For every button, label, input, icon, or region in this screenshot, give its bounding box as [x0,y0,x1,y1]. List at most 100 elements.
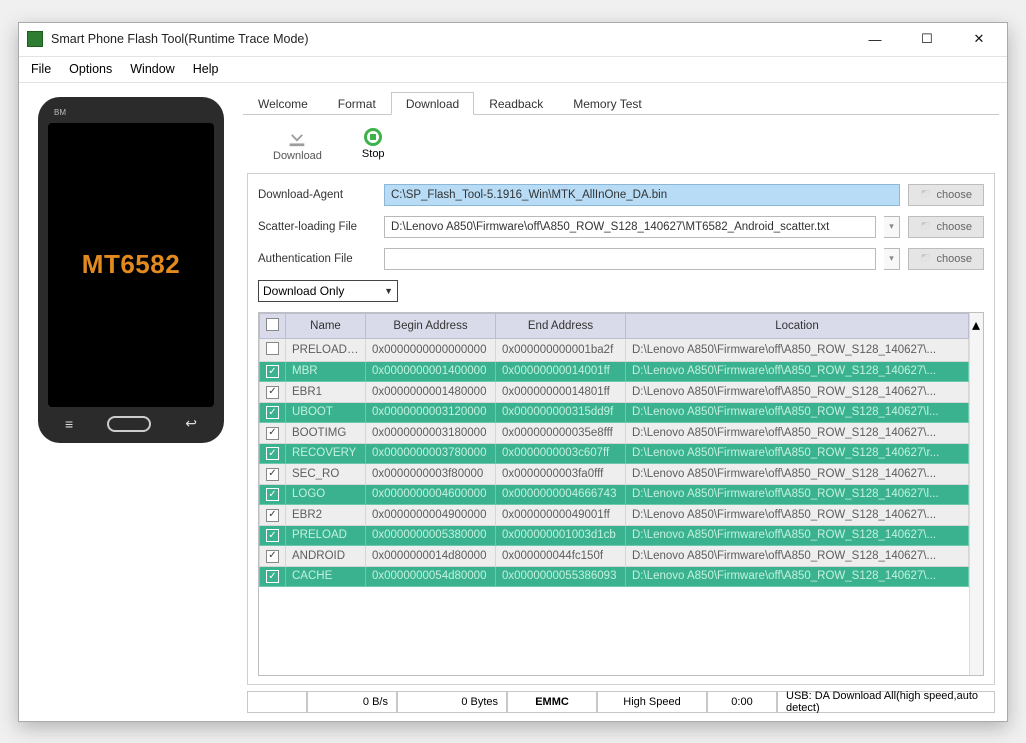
cell-location: D:\Lenovo A850\Firmware\off\A850_ROW_S12… [626,338,969,361]
titlebar: Smart Phone Flash Tool(Runtime Trace Mod… [19,23,1007,57]
status-gap [247,692,307,713]
status-bytes: 0 Bytes [397,692,507,713]
menu-options[interactable]: Options [69,62,112,76]
partition-table-scroll[interactable]: Name Begin Address End Address Location … [259,313,969,675]
cell-name: LOGO [286,484,366,505]
menu-icon: ≡ [65,416,73,432]
row-checkbox[interactable] [266,386,279,399]
maximize-button[interactable]: ☐ [913,28,941,50]
partition-table-wrap: Name Begin Address End Address Location … [258,312,984,676]
choose-auth-button[interactable]: choose [908,248,984,270]
phone-screen: MT6582 [48,123,214,407]
download-mode-select[interactable]: Download Only ▼ [258,280,398,302]
table-row[interactable]: EBR10x00000000014800000x00000000014801ff… [260,382,969,403]
header-checkbox[interactable] [266,318,279,331]
download-mode-value: Download Only [263,284,344,298]
download-icon [286,126,308,148]
cell-end: 0x00000000014001ff [496,361,626,382]
window-controls: — ☐ ✕ [861,28,999,50]
row-checkbox[interactable] [266,447,279,460]
menu-window[interactable]: Window [130,62,174,76]
content-area: BM MT6582 ≡ ↩ Welcome Format Download Re… [19,83,1007,721]
tab-memory-test[interactable]: Memory Test [558,92,656,115]
scroll-up-icon[interactable]: ▴ [972,315,980,323]
col-location[interactable]: Location [626,313,969,338]
row-checkbox[interactable] [266,529,279,542]
cell-location: D:\Lenovo A850\Firmware\off\A850_ROW_S12… [626,505,969,526]
table-row[interactable]: RECOVERY0x00000000037800000x0000000003c6… [260,443,969,464]
row-checkbox[interactable] [266,468,279,481]
cell-name: SEC_RO [286,464,366,485]
cell-location: D:\Lenovo A850\Firmware\off\A850_ROW_S12… [626,402,969,423]
table-row[interactable]: SEC_RO0x0000000003f800000x0000000003fa0f… [260,464,969,485]
download-agent-row: Download-Agent choose [258,184,984,206]
table-row[interactable]: MBR0x00000000014000000x00000000014001ffD… [260,361,969,382]
minimize-button[interactable]: — [861,28,889,50]
cell-name: EBR1 [286,382,366,403]
table-row[interactable]: UBOOT0x00000000031200000x000000000315dd9… [260,402,969,423]
download-label: Download [273,150,322,162]
stop-icon [364,128,382,146]
stop-button[interactable]: Stop [362,128,385,160]
table-row[interactable]: EBR20x00000000049000000x00000000049001ff… [260,505,969,526]
row-checkbox[interactable] [266,550,279,563]
col-checkbox[interactable] [260,313,286,338]
choose-da-button[interactable]: choose [908,184,984,206]
status-time: 0:00 [707,692,777,713]
tab-readback[interactable]: Readback [474,92,558,115]
close-button[interactable]: ✕ [965,28,993,50]
cell-end: 0x0000000003c607ff [496,443,626,464]
row-checkbox[interactable] [266,509,279,522]
status-speed: 0 B/s [307,692,397,713]
cell-begin: 0x0000000001480000 [366,382,496,403]
cell-end: 0x000000000315dd9f [496,402,626,423]
download-button[interactable]: Download [273,126,322,162]
chevron-down-icon: ▼ [384,286,393,296]
tab-welcome[interactable]: Welcome [243,92,323,115]
cell-location: D:\Lenovo A850\Firmware\off\A850_ROW_S12… [626,566,969,587]
cell-end: 0x0000000004666743 [496,484,626,505]
menu-file[interactable]: File [31,62,51,76]
row-checkbox[interactable] [266,570,279,583]
cell-end: 0x000000000001ba2f [496,338,626,361]
menu-help[interactable]: Help [193,62,219,76]
cell-name: EBR2 [286,505,366,526]
row-checkbox[interactable] [266,342,279,355]
tab-download[interactable]: Download [391,92,474,115]
action-bar: Download Stop [243,115,999,173]
phone-graphic: BM MT6582 ≡ ↩ [38,97,224,443]
table-row[interactable]: ANDROID0x0000000014d800000x000000044fc15… [260,546,969,567]
col-name[interactable]: Name [286,313,366,338]
scatter-input[interactable] [384,216,876,238]
tab-format[interactable]: Format [323,92,391,115]
col-end[interactable]: End Address [496,313,626,338]
table-row[interactable]: LOGO0x00000000046000000x0000000004666743… [260,484,969,505]
auth-input[interactable] [384,248,876,270]
cell-location: D:\Lenovo A850\Firmware\off\A850_ROW_S12… [626,464,969,485]
table-row[interactable]: PRELOADER0x00000000000000000x00000000000… [260,338,969,361]
cell-end: 0x0000000003fa0fff [496,464,626,485]
cell-name: PRELOAD [286,525,366,546]
row-checkbox[interactable] [266,488,279,501]
row-checkbox[interactable] [266,406,279,419]
row-checkbox[interactable] [266,427,279,440]
scatter-dropdown-icon[interactable]: ▾ [884,216,900,238]
vertical-scrollbar[interactable]: ▴ [969,313,983,675]
cell-begin: 0x0000000001400000 [366,361,496,382]
table-row[interactable]: BOOTIMG0x00000000031800000x000000000035e… [260,423,969,444]
chip-label: MT6582 [82,249,180,280]
table-row[interactable]: PRELOAD0x00000000053800000x000000001003d… [260,525,969,546]
menubar: File Options Window Help [19,57,1007,83]
choose-scatter-button[interactable]: choose [908,216,984,238]
cell-begin: 0x0000000003120000 [366,402,496,423]
cell-location: D:\Lenovo A850\Firmware\off\A850_ROW_S12… [626,423,969,444]
auth-dropdown-icon[interactable]: ▾ [884,248,900,270]
phone-nav: ≡ ↩ [48,407,214,435]
row-checkbox[interactable] [266,365,279,378]
col-begin[interactable]: Begin Address [366,313,496,338]
cell-name: CACHE [286,566,366,587]
table-row[interactable]: CACHE0x0000000054d800000x000000005538609… [260,566,969,587]
download-agent-input[interactable] [384,184,900,206]
file-panel: Download-Agent choose Scatter-loading Fi… [247,173,995,685]
cell-begin: 0x0000000003f80000 [366,464,496,485]
